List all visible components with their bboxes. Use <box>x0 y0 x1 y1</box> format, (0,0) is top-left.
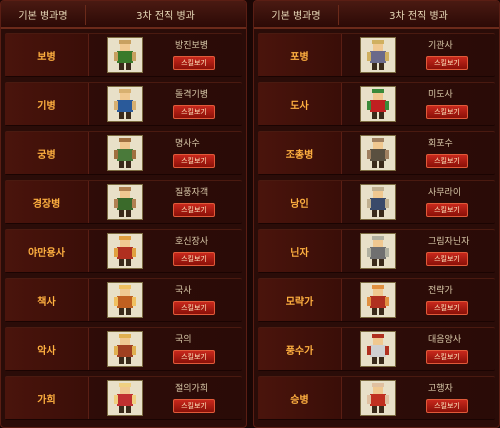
class-row: 악사 국의스킬보기 <box>5 327 242 371</box>
character-portrait-icon <box>107 282 143 318</box>
class-row: 궁병 명사수스킬보기 <box>5 131 242 175</box>
character-portrait-icon <box>107 37 143 73</box>
character-portrait-icon <box>360 233 396 269</box>
third-class-name: 국의 <box>175 335 192 345</box>
base-class-name: 경장병 <box>5 181 89 223</box>
class-row: 닌자 그림자닌자스킬보기 <box>258 229 495 273</box>
character-portrait-icon <box>360 282 396 318</box>
class-row: 풍수가 대음양사스킬보기 <box>258 327 495 371</box>
class-row: 가희 절의가희스킬보기 <box>5 376 242 420</box>
base-class-name: 포병 <box>258 34 342 76</box>
view-skills-button[interactable]: 스킬보기 <box>173 203 215 217</box>
base-class-header: 기본 병과명 <box>18 10 68 22</box>
table-header: 기본 병과명 3차 전직 병과 <box>254 1 499 29</box>
class-row: 야만용사 호신장사스킬보기 <box>5 229 242 273</box>
base-class-name: 승병 <box>258 377 342 419</box>
third-class-name: 그림자닌자 <box>428 237 470 247</box>
character-portrait-icon <box>107 135 143 171</box>
third-class-name: 회포수 <box>428 139 453 149</box>
third-class-name: 대음양사 <box>428 335 462 345</box>
third-class-name: 명사수 <box>175 139 200 149</box>
character-portrait-icon <box>360 135 396 171</box>
table-header: 기본 병과명 3차 전직 병과 <box>1 1 246 29</box>
character-portrait-icon <box>107 233 143 269</box>
third-class-name: 호신장사 <box>175 237 209 247</box>
view-skills-button[interactable]: 스킬보기 <box>426 399 468 413</box>
left-class-panel: 기본 병과명 3차 전직 병과 보병 방진보병 스킬보기 기병 돌격기병 스킬보기 궁병 명사… <box>0 0 247 428</box>
class-row: 보병 방진보병스킬보기 <box>5 33 242 77</box>
third-class-header: 3차 전직 병과 <box>136 10 195 22</box>
view-skills-button[interactable]: 스킬보기 <box>173 154 215 168</box>
base-class-name: 악사 <box>5 328 89 370</box>
base-class-name: 야만용사 <box>5 230 89 272</box>
view-skills-button[interactable]: 스킬보기 <box>426 252 468 266</box>
class-row: 경장병 질풍자객스킬보기 <box>5 180 242 224</box>
base-class-name: 가희 <box>5 377 89 419</box>
character-portrait-icon <box>107 184 143 220</box>
base-class-name: 조총병 <box>258 132 342 174</box>
character-portrait-icon <box>107 331 143 367</box>
base-class-name: 낭인 <box>258 181 342 223</box>
class-row: 책사 국사스킬보기 <box>5 278 242 322</box>
third-class-header: 3차 전직 병과 <box>389 10 448 22</box>
class-row: 낭인 사무라이스킬보기 <box>258 180 495 224</box>
base-class-name: 책사 <box>5 279 89 321</box>
right-class-panel: 기본 병과명 3차 전직 병과 포병 기관사 스킬보기 도사 미도사 스킬보기 조총병 회포수… <box>253 0 500 428</box>
character-portrait-icon <box>360 331 396 367</box>
view-skills-button[interactable]: 스킬보기 <box>173 252 215 266</box>
base-class-name: 풍수가 <box>258 328 342 370</box>
third-class-name: 국사 <box>175 286 192 296</box>
class-row: 포병 기관사스킬보기 <box>258 33 495 77</box>
third-class-name: 미도사 <box>428 90 453 100</box>
base-class-name: 닌자 <box>258 230 342 272</box>
third-class-name: 사무라이 <box>428 188 462 198</box>
view-skills-button[interactable]: 스킬보기 <box>426 301 468 315</box>
third-class-name: 돌격기병 <box>175 90 209 100</box>
base-class-name: 기병 <box>5 83 89 125</box>
third-class-name: 고행자 <box>428 384 453 394</box>
view-skills-button[interactable]: 스킬보기 <box>426 154 468 168</box>
character-portrait-icon <box>360 184 396 220</box>
view-skills-button[interactable]: 스킬보기 <box>426 105 468 119</box>
base-class-name: 도사 <box>258 83 342 125</box>
third-class-name: 질풍자객 <box>175 188 209 198</box>
view-skills-button[interactable]: 스킬보기 <box>173 399 215 413</box>
view-skills-button[interactable]: 스킬보기 <box>173 105 215 119</box>
view-skills-button[interactable]: 스킬보기 <box>426 350 468 364</box>
third-class-name: 전략가 <box>428 286 453 296</box>
character-portrait-icon <box>107 86 143 122</box>
character-portrait-icon <box>360 37 396 73</box>
class-row: 조총병 회포수스킬보기 <box>258 131 495 175</box>
base-class-name: 보병 <box>5 34 89 76</box>
class-row: 기병 돌격기병스킬보기 <box>5 82 242 126</box>
view-skills-button[interactable]: 스킬보기 <box>173 301 215 315</box>
view-skills-button[interactable]: 스킬보기 <box>426 203 468 217</box>
class-row: 모략가 전략가스킬보기 <box>258 278 495 322</box>
view-skills-button[interactable]: 스킬보기 <box>173 56 215 70</box>
base-class-name: 궁병 <box>5 132 89 174</box>
character-portrait-icon <box>360 86 396 122</box>
third-class-name: 방진보병 <box>175 41 209 51</box>
third-class-name: 기관사 <box>428 41 453 51</box>
character-portrait-icon <box>107 380 143 416</box>
class-row: 도사 미도사스킬보기 <box>258 82 495 126</box>
base-class-header: 기본 병과명 <box>271 10 321 22</box>
view-skills-button[interactable]: 스킬보기 <box>173 350 215 364</box>
view-skills-button[interactable]: 스킬보기 <box>426 56 468 70</box>
class-row: 승병 고행자스킬보기 <box>258 376 495 420</box>
base-class-name: 모략가 <box>258 279 342 321</box>
third-class-name: 절의가희 <box>175 384 209 394</box>
character-portrait-icon <box>360 380 396 416</box>
